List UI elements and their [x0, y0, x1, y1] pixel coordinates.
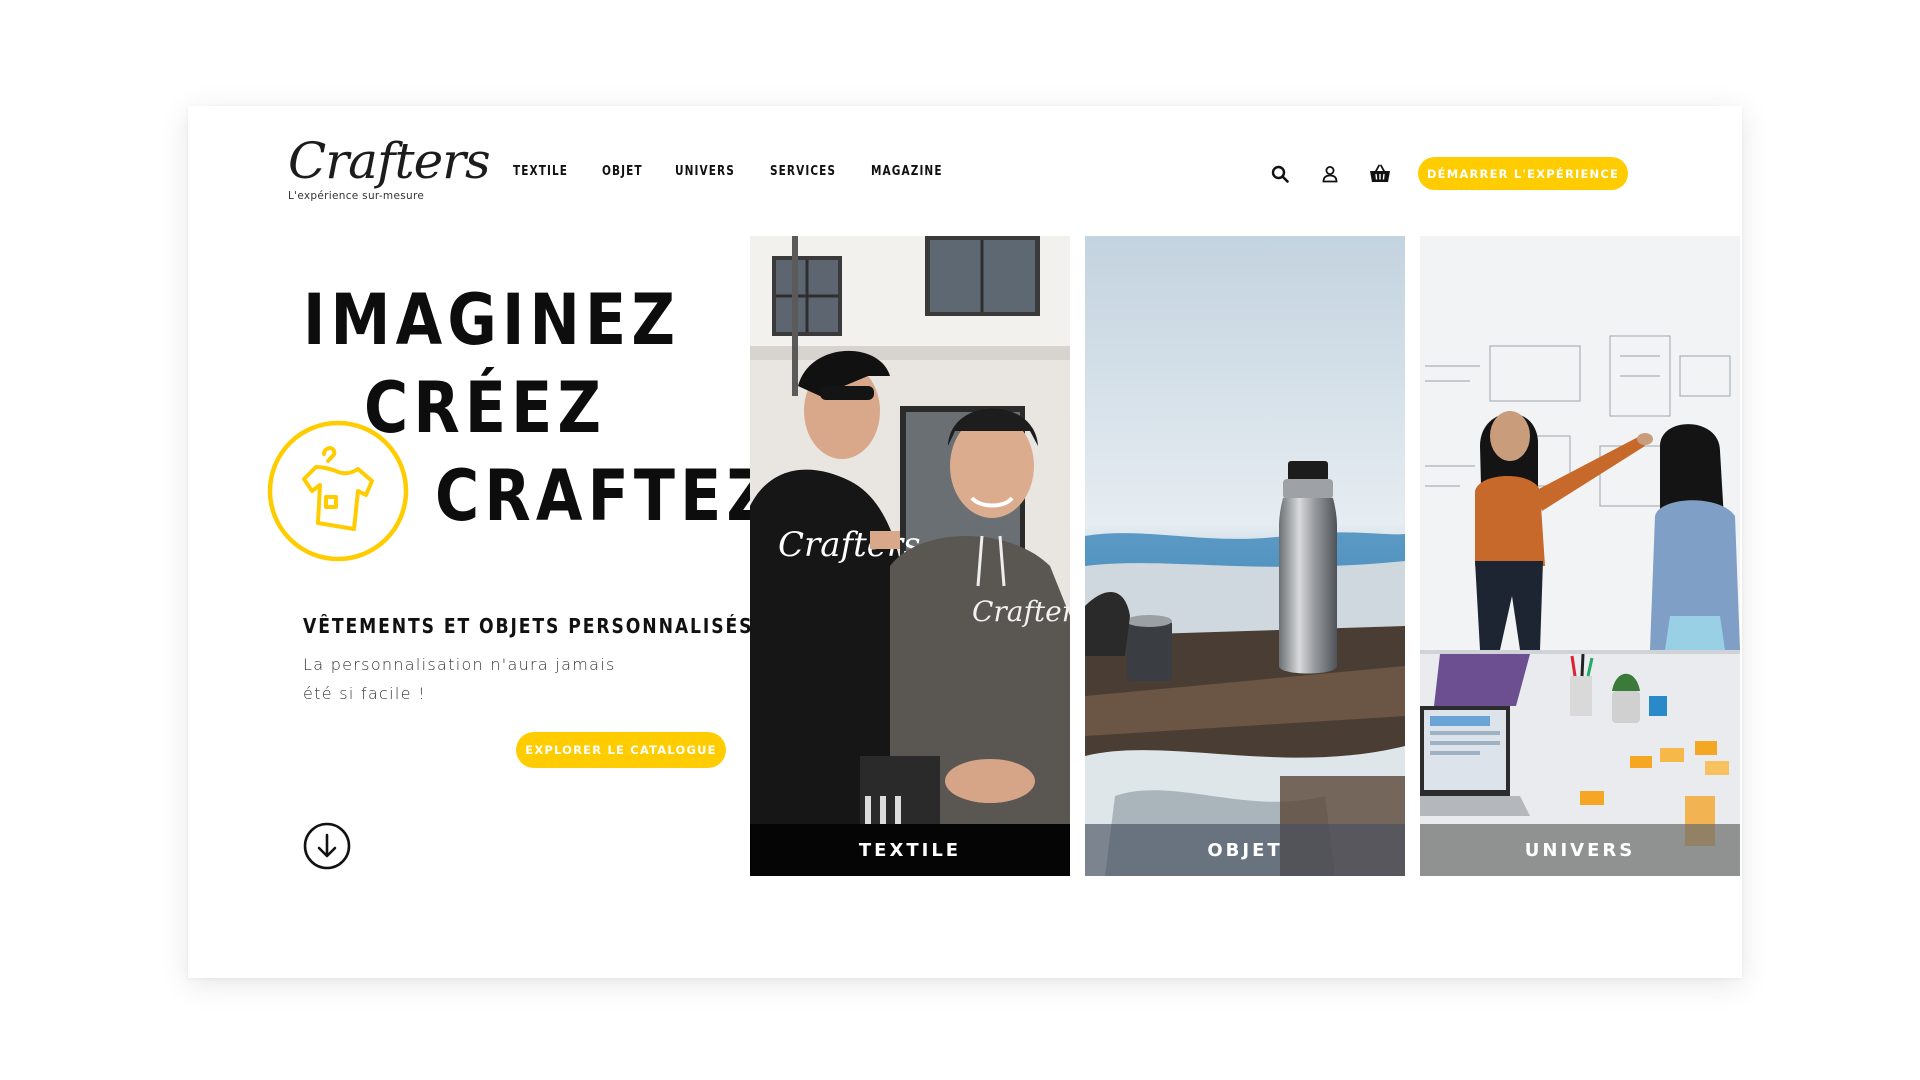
- hero-description: La personnalisation n'aura jamais été si…: [303, 650, 633, 708]
- card-label-objet: OBJET: [1085, 824, 1405, 876]
- card-label-univers: UNIVERS: [1420, 824, 1740, 876]
- page-frame: Crafters L'expérience sur-mesure TEXTILE…: [188, 106, 1742, 978]
- main-nav: TEXTILE OBJET UNIVERS SERVICES MAGAZINE: [513, 164, 979, 179]
- start-experience-button[interactable]: DÉMARRER L'EXPÉRIENCE: [1418, 157, 1628, 190]
- category-card-objet[interactable]: OBJET: [1085, 236, 1405, 876]
- search-icon[interactable]: [1268, 162, 1292, 186]
- hero-subheading: VÊTEMENTS ET OBJETS PERSONNALISÉS.: [303, 614, 762, 638]
- scroll-down-arrow-icon[interactable]: [303, 822, 351, 870]
- logo-wordmark: Crafters: [288, 132, 491, 190]
- textile-photo: Crafters Crafters: [750, 236, 1070, 876]
- card-label-textile: TEXTILE: [750, 824, 1070, 876]
- explore-catalog-button[interactable]: EXPLORER LE CATALOGUE: [516, 732, 726, 768]
- nav-item-textile[interactable]: TEXTILE: [513, 164, 568, 179]
- user-icon[interactable]: [1318, 162, 1342, 186]
- hero-line-imaginez: IMAGINEZ: [303, 279, 681, 361]
- nav-item-magazine[interactable]: MAGAZINE: [871, 164, 943, 179]
- hoodie-print-text: Crafters: [972, 595, 1070, 628]
- objet-photo: [1085, 236, 1405, 876]
- logo-tagline: L'expérience sur-mesure: [288, 190, 425, 202]
- logo[interactable]: Crafters L'expérience sur-mesure: [288, 134, 491, 210]
- category-card-univers[interactable]: UNIVERS: [1420, 236, 1740, 876]
- nav-item-univers[interactable]: UNIVERS: [675, 164, 735, 179]
- nav-item-objet[interactable]: OBJET: [602, 164, 643, 179]
- header-icons: [1268, 162, 1392, 186]
- basket-icon[interactable]: [1368, 162, 1392, 186]
- univers-photo: [1420, 236, 1740, 876]
- hero-description-line-1: La personnalisation n'aura jamais: [303, 655, 616, 674]
- category-card-textile[interactable]: Crafters Crafters TEXTILE: [750, 236, 1070, 876]
- hero-line-craftez: CRAFTEZ: [435, 455, 776, 537]
- tshirt-badge-icon: [267, 420, 409, 562]
- hero-description-line-2: été si facile !: [303, 684, 426, 703]
- nav-item-services[interactable]: SERVICES: [770, 164, 836, 179]
